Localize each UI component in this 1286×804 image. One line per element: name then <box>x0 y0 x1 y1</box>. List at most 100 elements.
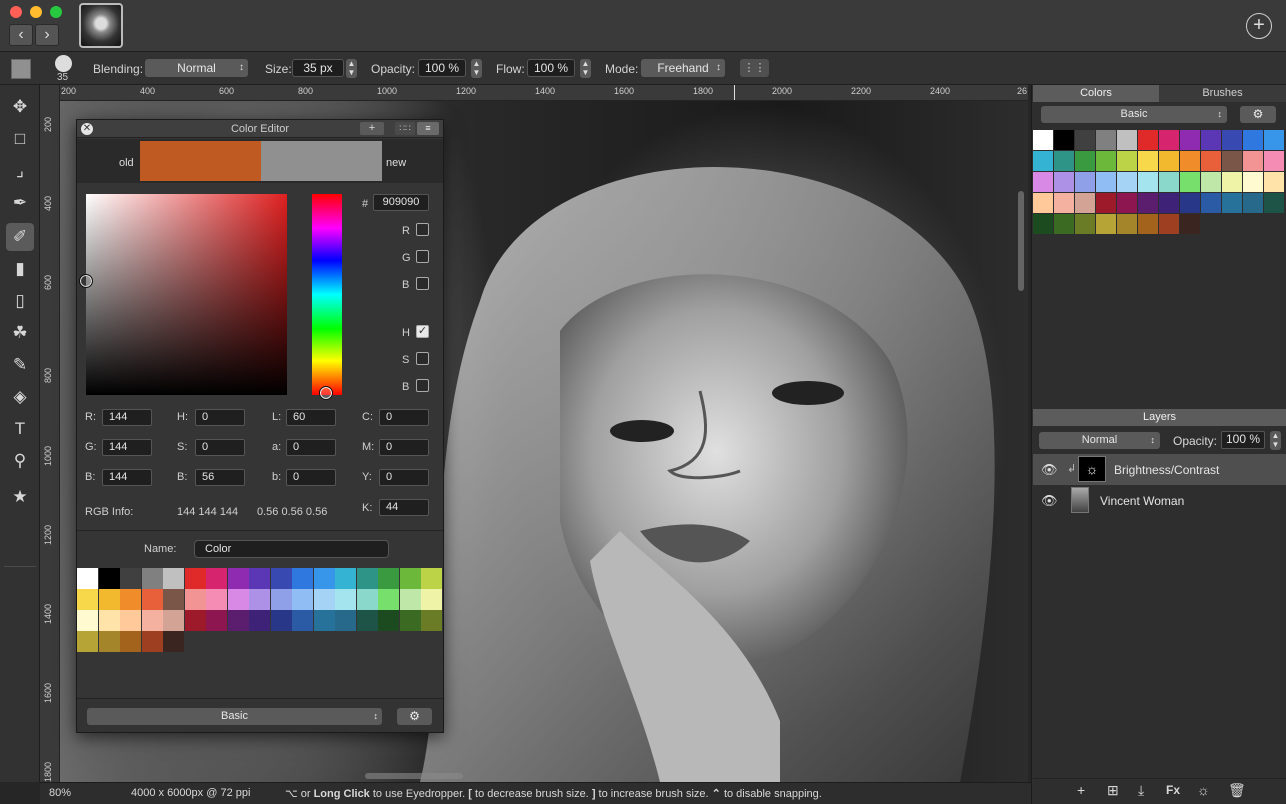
palette-swatch[interactable] <box>141 631 163 652</box>
color-swatch[interactable] <box>1138 172 1158 192</box>
color-swatch[interactable] <box>1096 193 1116 213</box>
palette-swatch[interactable] <box>335 610 356 631</box>
sliders-view-button[interactable]: ≡ <box>417 122 439 135</box>
color-swatch[interactable] <box>1159 193 1179 213</box>
brush-preview-icon[interactable] <box>55 55 72 72</box>
color-swatch[interactable] <box>1201 193 1221 213</box>
tab-brushes[interactable]: Brushes <box>1159 85 1286 102</box>
palette-swatch[interactable] <box>399 610 421 631</box>
fill-tool-icon[interactable]: ◈ <box>6 383 34 411</box>
palette-swatch[interactable] <box>206 610 227 631</box>
palette-view-button[interactable]: ∷∷ <box>395 122 415 135</box>
paint-tool-icon[interactable]: ✎ <box>6 351 34 379</box>
palette-swatch[interactable] <box>270 568 292 589</box>
text-tool-icon[interactable]: T <box>6 415 34 443</box>
color-swatch[interactable] <box>1117 130 1137 150</box>
y-input[interactable]: 0 <box>379 469 429 486</box>
palette-swatch[interactable] <box>163 631 184 652</box>
window-minimize-button[interactable] <box>30 6 42 18</box>
forward-button[interactable]: › <box>35 24 59 46</box>
palette-swatch[interactable] <box>98 568 120 589</box>
palette-swatch[interactable] <box>270 589 292 610</box>
eye-icon[interactable]: 👁 <box>1041 493 1058 509</box>
palette-swatch[interactable] <box>120 568 141 589</box>
palette-swatch[interactable] <box>292 610 313 631</box>
palette-swatch[interactable] <box>313 610 335 631</box>
color-swatch[interactable] <box>1222 172 1242 192</box>
zoom-level[interactable]: 80% <box>49 787 71 799</box>
channel-brightness-checkbox[interactable] <box>416 379 429 392</box>
color-swatch[interactable] <box>1201 172 1221 192</box>
zoom-tool-icon[interactable]: ⚲ <box>6 447 34 475</box>
palette-swatch[interactable] <box>163 610 184 631</box>
palette-swatch[interactable] <box>356 589 378 610</box>
flow-stepper[interactable]: ▲ ▼ <box>580 59 591 78</box>
palette-swatch[interactable] <box>141 568 163 589</box>
palette-swatch[interactable] <box>141 589 163 610</box>
palette-swatch[interactable] <box>98 610 120 631</box>
layer-opacity-stepper[interactable]: ▲ ▼ <box>1270 431 1281 450</box>
color-swatch[interactable] <box>1180 130 1200 150</box>
palette-swatch[interactable] <box>249 589 270 610</box>
color-swatch[interactable] <box>1075 172 1095 192</box>
opacity-stepper[interactable]: ▲ ▼ <box>471 59 482 78</box>
color-name-input[interactable]: Color <box>194 540 389 558</box>
palette-swatch[interactable] <box>227 589 249 610</box>
color-swatch[interactable] <box>1117 214 1137 234</box>
current-color-swatch[interactable] <box>11 59 31 79</box>
sv-picker-handle[interactable] <box>79 274 93 288</box>
g-input[interactable]: 144 <box>102 439 152 456</box>
palette-swatch[interactable] <box>77 568 98 589</box>
hue-slider-handle[interactable] <box>319 386 333 400</box>
add-group-icon[interactable]: ⊞ <box>1107 782 1119 799</box>
eyedropper-tool-icon[interactable]: ✒ <box>6 189 34 217</box>
canvas-horizontal-scrollbar[interactable] <box>365 773 463 779</box>
color-swatch[interactable] <box>1075 151 1095 171</box>
palette-swatch[interactable] <box>356 568 378 589</box>
palette-swatch[interactable] <box>77 631 98 652</box>
palette-swatch[interactable] <box>98 631 120 652</box>
palette-swatch[interactable] <box>206 568 227 589</box>
palette-swatch[interactable] <box>421 610 442 631</box>
merge-down-icon[interactable]: ⤓ <box>1138 782 1144 799</box>
color-swatch[interactable] <box>1159 130 1179 150</box>
palette-swatch[interactable] <box>120 610 141 631</box>
color-swatch[interactable] <box>1201 130 1221 150</box>
healing-tool-icon[interactable]: ▮ <box>6 255 34 283</box>
color-swatch[interactable] <box>1264 151 1284 171</box>
palette-swatch[interactable] <box>120 589 141 610</box>
palette-swatch[interactable] <box>77 589 98 610</box>
palette-swatch[interactable] <box>163 568 184 589</box>
window-zoom-button[interactable] <box>50 6 62 18</box>
palette-settings-button[interactable]: ⚙ <box>397 708 432 725</box>
smudge-tool-icon[interactable]: ☘ <box>6 319 34 347</box>
palette-swatch[interactable] <box>399 568 421 589</box>
b-input[interactable]: 144 <box>102 469 152 486</box>
lab-b-input[interactable]: 0 <box>286 469 336 486</box>
color-swatch[interactable] <box>1222 151 1242 171</box>
size-stepper[interactable]: ▲ ▼ <box>346 59 357 78</box>
c-input[interactable]: 0 <box>379 409 429 426</box>
color-swatch[interactable] <box>1243 172 1263 192</box>
blending-select[interactable]: Normal <box>145 59 248 77</box>
palette-swatch[interactable] <box>313 568 335 589</box>
color-swatch[interactable] <box>1138 193 1158 213</box>
color-swatch[interactable] <box>1033 130 1053 150</box>
color-swatch[interactable] <box>1075 214 1095 234</box>
palette-swatch[interactable] <box>184 589 206 610</box>
selection-tool-icon[interactable]: □ <box>6 125 34 153</box>
effects-button[interactable]: Fx <box>1166 783 1180 797</box>
color-swatch[interactable] <box>1159 214 1179 234</box>
color-swatch[interactable] <box>1180 172 1200 192</box>
color-swatch[interactable] <box>1138 151 1158 171</box>
channel-b-checkbox[interactable] <box>416 277 429 290</box>
s-input[interactable]: 0 <box>195 439 245 456</box>
mode-select[interactable]: Freehand <box>641 59 725 77</box>
palette-swatch[interactable] <box>292 589 313 610</box>
palette-swatch[interactable] <box>421 568 442 589</box>
color-swatch[interactable] <box>1180 214 1200 234</box>
opacity-field[interactable]: 100 % <box>418 59 466 77</box>
colors-palette-select[interactable]: Basic <box>1041 106 1227 123</box>
palette-swatch[interactable] <box>292 568 313 589</box>
color-swatch[interactable] <box>1033 214 1053 234</box>
